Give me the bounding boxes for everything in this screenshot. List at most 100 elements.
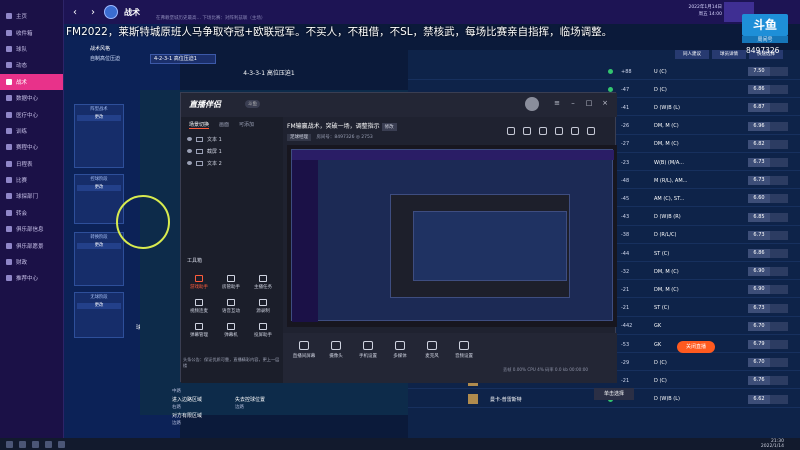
channel-id: 8497326: [746, 46, 780, 55]
tab-addable[interactable]: 可添加: [239, 121, 254, 129]
tool-danmaku-manage[interactable]: 弹幕管理: [187, 323, 211, 343]
sidebar-item[interactable]: 俱乐部信息: [0, 221, 63, 237]
player-condition-bar: [770, 376, 788, 386]
player-name[interactable]: 曼卡-普雷斯特: [490, 396, 522, 403]
tactic-card-shape-text: 阵型战术: [90, 107, 108, 112]
ctl-label: 麦克风: [425, 354, 439, 359]
sidebar-item-icon: [6, 62, 12, 69]
streaming-app-window: 直播伴侣 斗鱼 ≡ – □ × 场景切换 画面 可添加 文本 1 截屏 1 文本…: [180, 92, 715, 383]
tool-room-assistant[interactable]: 房管助手: [219, 275, 243, 295]
ctl-screen[interactable]: 直播间屏幕: [291, 341, 317, 359]
sidebar-item[interactable]: 财政: [0, 254, 63, 270]
tool-screen-cast[interactable]: 投屏助手: [251, 323, 275, 343]
player-average-rating: 6.73: [748, 303, 770, 313]
tactic-card-defence-button[interactable]: 更改: [77, 303, 121, 309]
tool-game-assistant[interactable]: 游戏助手: [187, 275, 211, 295]
player-position: DM, M (C): [654, 123, 679, 130]
fm-sidebar: 主页 收件箱 球队 动态 战术 数据中心 医疗中心 训练 赛程中心 日程表 比赛 球探部门 转会俱乐部信…: [0, 0, 64, 438]
ctl-camera[interactable]: 摄像头: [323, 341, 349, 359]
forward-button[interactable]: ›: [86, 5, 100, 19]
sidebar-item[interactable]: 转会: [0, 205, 63, 221]
expand-icon[interactable]: [587, 127, 595, 135]
sidebar-item[interactable]: 日程表: [0, 156, 63, 172]
sidebar-item[interactable]: 赛程中心: [0, 139, 63, 155]
sidebar-item[interactable]: 数据中心: [0, 90, 63, 106]
ctl-media[interactable]: 多媒体: [387, 341, 413, 359]
eye-icon[interactable]: [187, 161, 192, 165]
bell-icon[interactable]: [571, 127, 579, 135]
toggle-live-button[interactable]: 关闭直播: [677, 341, 715, 353]
sidebar-item[interactable]: 主页: [0, 8, 63, 24]
stream-preview: [287, 145, 617, 327]
menu-icon[interactable]: ≡: [553, 99, 561, 107]
search-icon[interactable]: [19, 440, 26, 448]
minimize-icon[interactable]: –: [569, 99, 577, 107]
sidebar-item[interactable]: 收件箱: [0, 24, 63, 40]
tool-voice-interaction[interactable]: 语音互动: [219, 299, 243, 319]
eye-icon[interactable]: [187, 137, 192, 141]
sidebar-item[interactable]: 比赛: [0, 172, 63, 188]
room-category[interactable]: 足球经理: [287, 134, 311, 141]
sidebar-item[interactable]: 动态: [0, 57, 63, 73]
tool-video-link[interactable]: 视频连麦: [187, 299, 211, 319]
ctl-phone[interactable]: 手机设置: [355, 341, 381, 359]
task-icon: [259, 275, 267, 282]
game-icon[interactable]: [58, 440, 65, 448]
player-average-rating: 6.90: [748, 267, 770, 277]
link-icon[interactable]: [555, 127, 563, 135]
edit-title-button[interactable]: 修改: [381, 123, 397, 131]
ctl-mic[interactable]: 麦克风: [419, 341, 445, 359]
taskbar: 21:30 2022/1/14: [0, 438, 800, 450]
sidebar-item[interactable]: 推荐中心: [0, 270, 63, 286]
player-rating-change: -38: [621, 232, 630, 239]
sidebar-item[interactable]: 球队: [0, 41, 63, 57]
squad-button-details[interactable]: 球员详情: [712, 50, 746, 59]
player-average-rating: 6.60: [748, 194, 770, 204]
sidebar-item[interactable]: 球探部门: [0, 188, 63, 204]
tab-picture[interactable]: 画面: [219, 121, 229, 129]
scene-item[interactable]: 文本 1: [181, 133, 283, 145]
tab-scene-switch[interactable]: 场景切换: [189, 121, 210, 129]
back-button[interactable]: ‹: [68, 5, 82, 19]
sidebar-item[interactable]: 俱乐部愿景: [0, 237, 63, 253]
sidebar-item[interactable]: 医疗中心: [0, 106, 63, 122]
player-average-rating: 6.82: [748, 139, 770, 149]
formation-select[interactable]: 4-2-3-1 高位压迫1: [150, 54, 216, 64]
user-avatar[interactable]: [525, 97, 539, 111]
sidebar-item[interactable]: 训练: [0, 123, 63, 139]
scene-item[interactable]: 文本 2: [181, 157, 283, 169]
club-badge-icon[interactable]: [104, 5, 118, 19]
sidebar-item[interactable]: 战术: [0, 73, 63, 90]
maximize-icon[interactable]: □: [585, 99, 593, 107]
tactic-card-transition-button[interactable]: 更改: [77, 243, 121, 249]
scene-item[interactable]: 截屏 1: [181, 145, 283, 157]
tactic-card-possession-button[interactable]: 更改: [77, 185, 121, 191]
media-icon: [395, 341, 405, 350]
start-icon[interactable]: [6, 440, 13, 448]
tactic-card-shape-button[interactable]: 更改: [77, 115, 121, 121]
tactic-card-transition[interactable]: 转换阶段 更改: [74, 232, 124, 286]
scene-tabs: 场景切换 画面 可添加: [181, 117, 283, 133]
eye-icon[interactable]: [187, 149, 192, 153]
player-average-rating: 6.73: [748, 176, 770, 186]
tool-streamer-tasks[interactable]: 主播任务: [251, 275, 275, 295]
share-icon[interactable]: [507, 127, 515, 135]
tactic-card-defence[interactable]: 无球阶段 更改: [74, 292, 124, 338]
tool-record[interactable]: 源录制: [251, 299, 275, 319]
browser-icon[interactable]: [32, 440, 39, 448]
room-number: 房间号：8497326: [316, 135, 355, 140]
game-date: 2022年1月14日 周五 14:00: [688, 4, 722, 18]
ctl-audio[interactable]: 音频设置: [451, 341, 477, 359]
sidebar-item-label: 俱乐部信息: [16, 227, 44, 234]
auto-select-button[interactable]: 单击选择: [594, 388, 634, 400]
stream-app-tag[interactable]: 斗鱼: [245, 100, 260, 108]
camera-icon[interactable]: [523, 127, 531, 135]
folder-icon[interactable]: [45, 440, 52, 448]
close-icon[interactable]: ×: [601, 99, 609, 107]
tactic-card-shape[interactable]: 阵型战术 更改: [74, 104, 124, 168]
table-row[interactable]: +88 U (C) 7.50: [408, 64, 800, 80]
player-condition-bar: [770, 212, 788, 222]
squad-button-suggest[interactable]: 同人建议: [675, 50, 709, 59]
tool-danmaku-bot[interactable]: 弹幕机: [219, 323, 243, 343]
settings-icon[interactable]: [539, 127, 547, 135]
